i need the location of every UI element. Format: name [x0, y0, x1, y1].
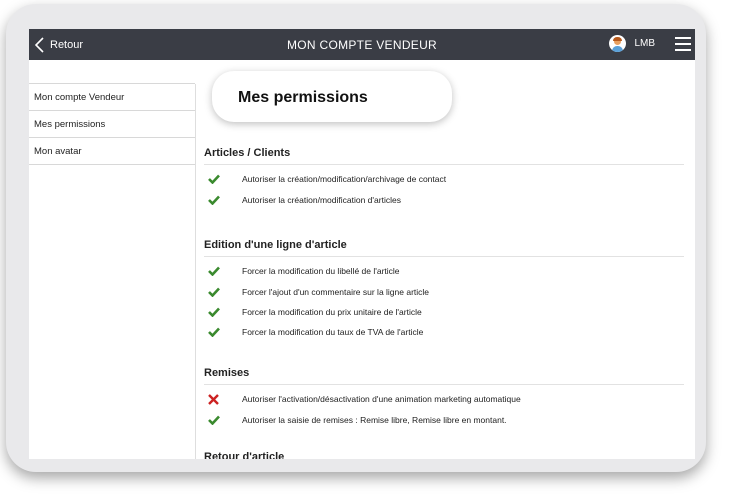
- check-icon: [204, 287, 234, 297]
- section-title: Retour d'article: [204, 451, 684, 459]
- check-icon: [204, 415, 234, 425]
- permission-item: Forcer la modification du taux de TVA de…: [204, 322, 684, 342]
- screen: Retour MON COMPTE VENDEUR LMB Mon compte…: [29, 29, 695, 459]
- sidebar-divider: [195, 84, 196, 459]
- permission-item: Forcer la modification du prix unitaire …: [204, 302, 684, 322]
- permission-label: Autoriser la création/modification/archi…: [242, 174, 447, 185]
- permission-item: Forcer la modification du libellé de l'a…: [204, 261, 684, 281]
- permission-item: Autoriser la création/modification/archi…: [204, 169, 684, 189]
- check-icon: [204, 266, 234, 277]
- permission-label: Forcer l'ajout d'un commentaire sur la l…: [242, 286, 430, 297]
- check-icon: [204, 307, 234, 317]
- check-icon: [204, 174, 234, 185]
- section-title: Edition d'une ligne d'article: [204, 239, 684, 257]
- section-retour-article: Retour d'article: [204, 451, 684, 459]
- app-title: MON COMPTE VENDEUR: [286, 38, 438, 52]
- permission-label: Forcer la modification du libellé de l'a…: [242, 266, 400, 277]
- section-articles-clients: Articles / Clients Autoriser la création…: [204, 147, 684, 210]
- page-title: Mes permissions: [238, 89, 368, 106]
- section-title: Articles / Clients: [204, 147, 684, 165]
- sidebar: Mon compte Vendeur Mes permissions Mon a…: [29, 83, 195, 165]
- section-remises: Remises Autoriser l'activation/désactiva…: [204, 367, 684, 430]
- section-edition-ligne-article: Edition d'une ligne d'article Forcer la …: [204, 239, 684, 343]
- user-name: LMB: [634, 38, 655, 49]
- avatar: [609, 35, 627, 52]
- check-icon: [204, 327, 234, 338]
- section-title: Remises: [204, 367, 684, 385]
- permission-label: Autoriser la création/modification d'art…: [242, 194, 401, 205]
- permission-label: Autoriser l'activation/désactivation d'u…: [242, 394, 521, 405]
- permission-label: Forcer la modification du prix unitaire …: [242, 306, 422, 317]
- permission-item: Autoriser l'activation/désactivation d'u…: [204, 389, 684, 409]
- page-title-card: Mes permissions: [212, 71, 452, 122]
- sidebar-item-mes-permissions[interactable]: Mes permissions: [29, 111, 195, 138]
- permission-label: Forcer la modification du taux de TVA de…: [242, 327, 424, 338]
- permission-item: Forcer l'ajout d'un commentaire sur la l…: [204, 281, 684, 301]
- user-profile[interactable]: LMB: [609, 35, 655, 52]
- tablet-frame: Retour MON COMPTE VENDEUR LMB Mon compte…: [6, 4, 706, 472]
- cross-icon: [204, 393, 234, 405]
- sidebar-item-mon-avatar[interactable]: Mon avatar: [29, 138, 195, 165]
- sidebar-item-mon-compte-vendeur[interactable]: Mon compte Vendeur: [29, 83, 195, 111]
- permission-label: Autoriser la saisie de remises : Remise …: [242, 414, 507, 425]
- main-content: Mes permissions Articles / Clients Autor…: [204, 67, 684, 459]
- hamburger-menu-icon[interactable]: [675, 37, 691, 51]
- check-icon: [204, 195, 234, 205]
- top-bar: Retour MON COMPTE VENDEUR LMB: [29, 29, 695, 60]
- permission-item: Autoriser la création/modification d'art…: [204, 189, 684, 209]
- permission-item: Autoriser la saisie de remises : Remise …: [204, 409, 684, 429]
